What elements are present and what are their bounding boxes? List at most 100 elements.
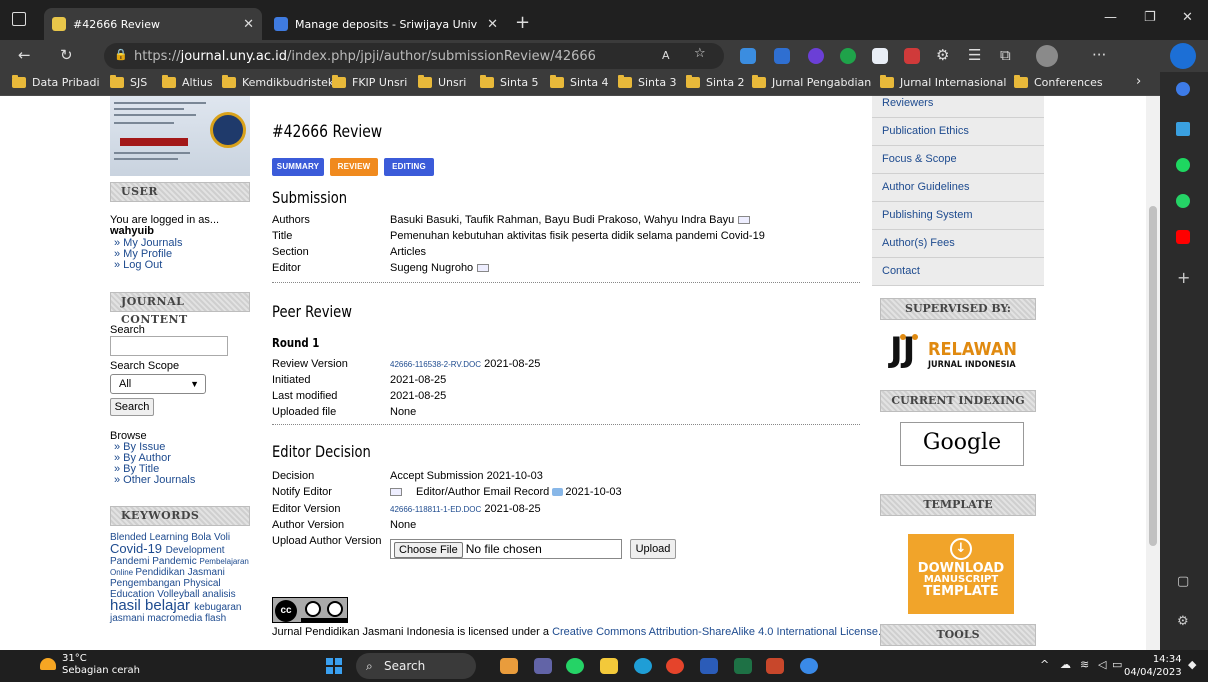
teams-icon[interactable] [534,658,552,674]
bookmark-folder[interactable]: SJS [110,75,147,89]
youtube-icon[interactable] [1176,230,1190,244]
extension-icon[interactable] [808,48,824,64]
wifi-icon[interactable]: ≋ [1080,658,1089,671]
add-icon[interactable]: + [1177,268,1190,287]
bookmark-folder[interactable]: Sinta 5 [480,75,539,89]
powerpoint-icon[interactable] [766,658,784,674]
nav-publication-ethics[interactable]: Publication Ethics [872,118,1044,146]
more-options-icon[interactable]: ··· [1092,46,1106,64]
profile-avatar[interactable] [1036,45,1058,67]
shopping-icon[interactable] [1176,122,1190,136]
keyword-link[interactable]: Pandemic [152,556,199,567]
relawan-jurnal-logo[interactable]: JJ RELAWAN JURNAL INDONESIA [890,330,1030,378]
scrollbar-thumb[interactable] [1149,206,1157,546]
nav-reviewers[interactable]: Reviewers [872,96,1044,118]
show-hidden-icons-icon[interactable]: ^ [1040,658,1049,671]
page-scrollbar[interactable] [1146,96,1160,650]
choose-file-button[interactable]: Choose File [394,542,463,558]
onedrive-icon[interactable]: ☁ [1060,658,1071,671]
start-button[interactable] [326,658,342,674]
taskbar-search-field[interactable]: ⌕ Search [356,653,476,679]
keyword-link[interactable]: Development [166,545,225,556]
tab-editing[interactable]: EDITING [384,158,434,176]
volume-icon[interactable]: ◁ [1098,658,1106,671]
spotify-icon[interactable] [1176,158,1190,172]
clock[interactable]: 14:34 04/04/2023 [1124,653,1182,679]
notifications-icon[interactable]: ◆ [1188,658,1196,671]
nav-author-fees[interactable]: Author(s) Fees [872,230,1044,258]
extension-icon[interactable] [740,48,756,64]
google-scholar-logo[interactable]: Google [900,422,1024,466]
close-tab-icon[interactable]: ✕ [487,17,498,32]
file-input[interactable]: Choose File No file chosen [390,539,622,559]
battery-icon[interactable]: ▭ [1112,658,1122,671]
extension-icon[interactable] [872,48,888,64]
extensions-icon[interactable]: ⚙ [936,46,949,64]
edge-taskbar-icon[interactable] [634,658,652,674]
app-icon[interactable] [800,658,818,674]
extension-icon[interactable] [840,48,856,64]
nav-contact[interactable]: Contact [872,258,1044,286]
tab-summary[interactable]: SUMMARY [272,158,324,176]
email-icon[interactable] [390,488,402,497]
whatsapp-taskbar-icon[interactable] [566,658,584,674]
email-icon[interactable] [477,264,490,273]
keyword-link[interactable]: hasil belajar [110,597,194,614]
sidebar-search-button[interactable]: Search [110,398,154,416]
refresh-icon[interactable]: ↻ [60,46,73,64]
split-screen-icon[interactable]: ▢ [1177,574,1189,589]
log-out-link[interactable]: » Log Out [114,259,162,271]
settings-gear-icon[interactable]: ⚙ [1177,614,1189,629]
search-scope-select[interactable]: All ▼ [110,374,206,394]
keyword-link[interactable]: macromedia flash [147,613,226,624]
bookmark-folder[interactable]: Jurnal Pengabdian [752,75,871,89]
review-version-file-link[interactable]: 42666-116538-2-RV.DOC [390,360,481,369]
bookmark-folder[interactable]: Sinta 3 [618,75,677,89]
copilot-icon[interactable] [1176,82,1190,96]
favorites-icon[interactable]: ☰ [968,46,981,64]
bookmark-folder[interactable]: Data Pribadi [12,75,100,89]
close-tab-icon[interactable]: ✕ [243,17,254,32]
collections-icon[interactable]: ⧉ [1000,46,1011,64]
chrome-icon[interactable] [666,658,684,674]
license-link[interactable]: Creative Commons Attribution-ShareAlike … [552,626,881,638]
tab-review[interactable]: REVIEW [330,158,378,176]
extension-icon[interactable] [774,48,790,64]
tab-manage-deposits[interactable]: Manage deposits - Sriwijaya Univ ✕ [266,8,506,40]
word-icon[interactable] [700,658,718,674]
bookmark-folder[interactable]: Kemdikbudristek [222,75,334,89]
keyword-link[interactable]: analisis [202,589,235,600]
email-icon[interactable] [738,216,751,225]
whatsapp-icon[interactable] [1176,194,1190,208]
back-icon[interactable]: ← [18,46,31,64]
nav-author-guidelines[interactable]: Author Guidelines [872,174,1044,202]
bookmark-folder[interactable]: Sinta 4 [550,75,609,89]
minimize-icon[interactable]: — [1104,10,1117,25]
read-aloud-icon[interactable]: A [662,49,670,62]
editor-version-file-link[interactable]: 42666-118811-1-ED.DOC [390,505,481,514]
bookmark-folder[interactable]: Conferences [1014,75,1103,89]
bookmark-folder[interactable]: Altius [162,75,213,89]
keyword-link[interactable]: Pandemi [110,556,152,567]
excel-icon[interactable] [734,658,752,674]
comment-icon[interactable] [552,488,564,497]
url-field[interactable]: 🔒 https://journal.uny.ac.id/index.php/jp… [104,43,724,69]
bing-chat-icon[interactable] [1170,43,1196,69]
upload-button[interactable]: Upload [630,539,676,559]
keyword-link[interactable]: Covid-19 [110,541,166,556]
nav-focus-scope[interactable]: Focus & Scope [872,146,1044,174]
other-journals-link[interactable]: » Other Journals [114,474,195,486]
more-bookmarks-icon[interactable]: › [1136,74,1141,89]
bookmark-folder[interactable]: Unsri [418,75,466,89]
bookmark-folder[interactable]: Jurnal Internasional [880,75,1006,89]
widgets-icon[interactable] [500,658,518,674]
weather-widget[interactable]: 31°C Sebagian cerah [62,653,140,677]
tab-review[interactable]: #42666 Review ✕ [44,8,262,40]
weather-sun-icon[interactable] [40,658,56,670]
restore-icon[interactable]: ❐ [1144,10,1156,25]
sidebar-search-input[interactable] [110,336,228,356]
keyword-link[interactable]: Pengembangan [110,578,183,589]
file-explorer-icon[interactable] [600,658,618,674]
cc-license-badge[interactable]: cc [272,597,348,623]
keyword-link[interactable]: Pendidikan Jasmani [135,567,225,578]
